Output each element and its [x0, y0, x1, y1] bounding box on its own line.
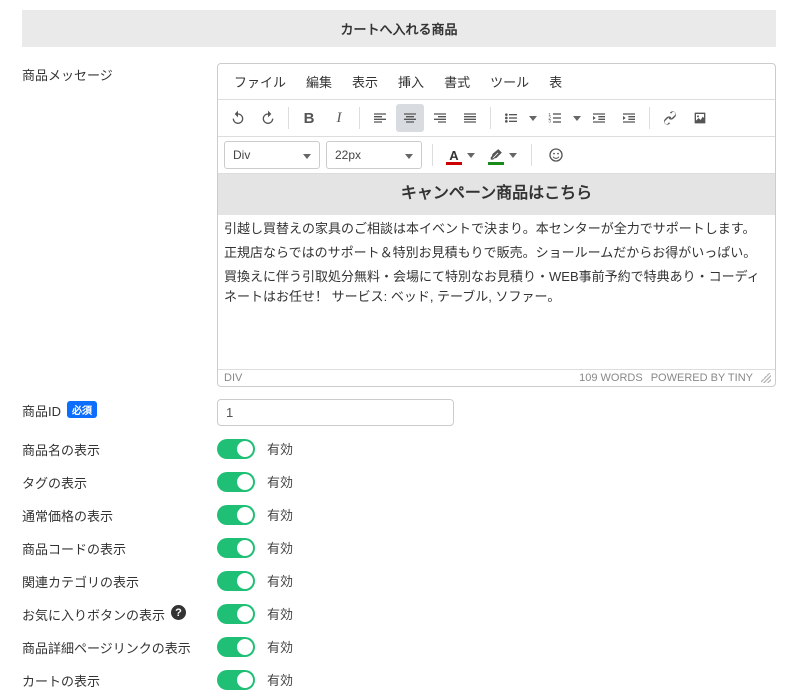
toggle-show-detail-link[interactable]	[217, 637, 255, 657]
menu-edit[interactable]: 編集	[296, 68, 342, 95]
editor-toolbar-1: B I 123	[218, 100, 775, 137]
section-header: カートへ入れる商品	[22, 10, 776, 47]
toggle-state-label: 有効	[267, 505, 293, 524]
rich-text-editor: ファイル 編集 表示 挿入 書式 ツール 表 B I	[217, 63, 776, 387]
editor-paragraph: 正規店ならではのサポート＆特別お見積もりで販売。ショールームだからお得がいっぱい…	[218, 239, 775, 263]
required-badge: 必須	[67, 401, 97, 418]
label-show-name: 商品名の表示	[22, 440, 100, 459]
word-count: 109 WORDS	[579, 372, 643, 384]
toggle-show-cart[interactable]	[217, 670, 255, 690]
number-list-dropdown-icon[interactable]	[569, 104, 583, 132]
menu-view[interactable]: 表示	[342, 68, 388, 95]
menu-tools[interactable]: ツール	[480, 68, 539, 95]
link-icon[interactable]	[656, 104, 684, 132]
toggle-show-price[interactable]	[217, 505, 255, 525]
label-product-message: 商品メッセージ	[22, 65, 113, 84]
italic-icon[interactable]: I	[325, 104, 353, 132]
bullet-list-dropdown-icon[interactable]	[525, 104, 539, 132]
align-center-icon[interactable]	[396, 104, 424, 132]
align-left-icon[interactable]	[366, 104, 394, 132]
editor-toolbar-2: Div 22px A	[218, 137, 775, 174]
bullet-list-icon[interactable]	[497, 104, 525, 132]
editor-menubar: ファイル 編集 表示 挿入 書式 ツール 表	[218, 64, 775, 100]
editor-content-area[interactable]: キャンペーン商品はこちら 引越し買替えの家具のご相談は本イベントで決まり。本セン…	[218, 174, 775, 369]
menu-table[interactable]: 表	[539, 68, 572, 95]
fontsize-select[interactable]: 22px	[326, 141, 422, 169]
toggle-state-label: 有効	[267, 472, 293, 491]
help-icon[interactable]: ?	[171, 605, 186, 620]
toggle-show-name[interactable]	[217, 439, 255, 459]
resize-grip-icon[interactable]	[761, 373, 771, 383]
toggle-show-code[interactable]	[217, 538, 255, 558]
element-path[interactable]: DIV	[222, 372, 242, 384]
label-show-cart: カートの表示	[22, 671, 100, 690]
toggle-state-label: 有効	[267, 439, 293, 458]
label-show-detail-link: 商品詳細ページリンクの表示	[22, 638, 191, 657]
highlight-color-button[interactable]	[485, 141, 521, 169]
label-show-category: 関連カテゴリの表示	[22, 572, 139, 591]
editor-statusbar: DIV 109 WORDS POWERED BY TINY	[218, 369, 775, 386]
redo-icon[interactable]	[254, 104, 282, 132]
toggle-state-label: 有効	[267, 637, 293, 656]
number-list-icon[interactable]: 123	[541, 104, 569, 132]
label-show-code: 商品コードの表示	[22, 539, 126, 558]
toggle-show-tag[interactable]	[217, 472, 255, 492]
product-id-input[interactable]	[217, 399, 454, 426]
label-show-tag: タグの表示	[22, 473, 87, 492]
toggle-show-favorite[interactable]	[217, 604, 255, 624]
toggle-show-category[interactable]	[217, 571, 255, 591]
label-show-price: 通常価格の表示	[22, 506, 113, 525]
outdent-icon[interactable]	[585, 104, 613, 132]
label-product-id: 商品ID	[22, 401, 61, 420]
editor-paragraph: 引越し買替えの家具のご相談は本イベントで決まり。本センターが全力でサポートします…	[218, 215, 775, 239]
format-select[interactable]: Div	[224, 141, 320, 169]
undo-icon[interactable]	[224, 104, 252, 132]
toggle-state-label: 有効	[267, 604, 293, 623]
align-justify-icon[interactable]	[456, 104, 484, 132]
menu-insert[interactable]: 挿入	[388, 68, 434, 95]
svg-text:3: 3	[548, 119, 551, 124]
emoji-icon[interactable]	[542, 141, 570, 169]
campaign-heading: キャンペーン商品はこちら	[218, 174, 775, 215]
align-right-icon[interactable]	[426, 104, 454, 132]
indent-icon[interactable]	[615, 104, 643, 132]
image-icon[interactable]	[686, 104, 714, 132]
menu-format[interactable]: 書式	[434, 68, 480, 95]
text-color-button[interactable]: A	[443, 141, 479, 169]
powered-by: POWERED BY TINY	[651, 372, 753, 384]
menu-file[interactable]: ファイル	[224, 68, 296, 95]
toggle-state-label: 有効	[267, 538, 293, 557]
bold-icon[interactable]: B	[295, 104, 323, 132]
toggle-state-label: 有効	[267, 670, 293, 689]
editor-paragraph: 買換えに伴う引取処分無料・会場にて特別なお見積り・WEB事前予約で特典あり・コー…	[218, 263, 775, 307]
label-show-favorite: お気に入りボタンの表示	[22, 605, 165, 624]
toggle-state-label: 有効	[267, 571, 293, 590]
